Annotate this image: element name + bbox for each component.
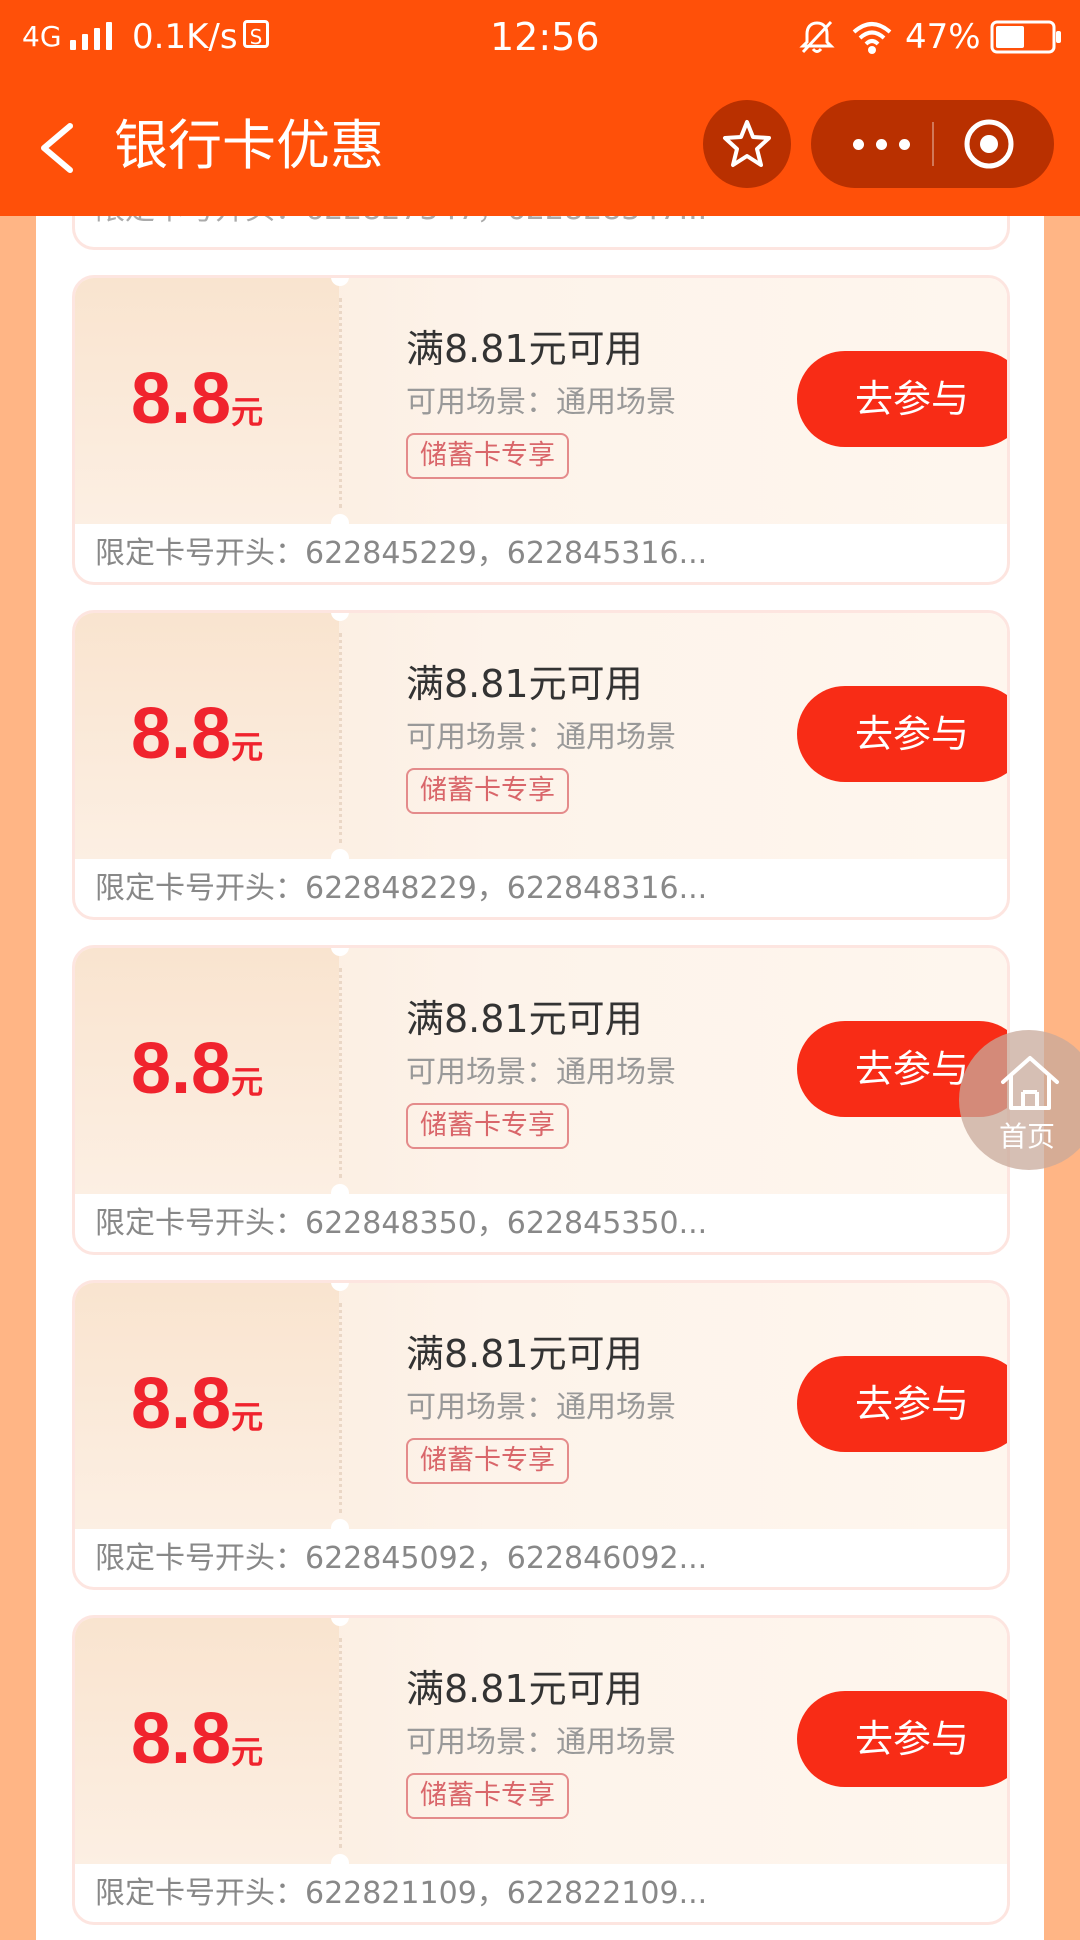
coupon-amount: 8.8元	[131, 1699, 264, 1779]
clock: 12:56	[490, 15, 600, 59]
coupon-card: 8.8元 满8.81元可用 可用场景：通用场景 储蓄卡专享 去参与 限定卡号开头…	[72, 1615, 1010, 1925]
coupon-card: 8.8元 满8.81元可用 可用场景：通用场景 储蓄卡专享 去参与 限定卡号开头…	[72, 945, 1010, 1255]
debit-card-tag: 储蓄卡专享	[406, 768, 569, 814]
battery-icon	[990, 20, 1061, 54]
join-button[interactable]: 去参与	[797, 686, 1007, 782]
close-mini-program-button[interactable]	[961, 116, 1017, 172]
signal-icon	[70, 20, 112, 50]
wifi-icon	[850, 18, 894, 66]
battery-percent: 47%	[905, 17, 981, 57]
card-prefix-text: 限定卡号开头：622848229，622848316...	[95, 871, 708, 906]
title-bar: 银行卡优惠	[0, 76, 1080, 216]
coupon-amount: 8.8元	[131, 359, 264, 439]
network-type: 4G	[22, 20, 62, 53]
coupon-amount: 8.8元	[131, 1364, 264, 1444]
join-button[interactable]: 去参与	[797, 351, 1007, 447]
coupon-list-panel: 限定卡号开头：622827347，622828347... 8.8元 满8.81…	[36, 150, 1044, 1940]
coupon-condition: 满8.81元可用	[406, 1667, 643, 1711]
app-header: 4G 0.1K/s S 12:56 47% 银行卡优惠	[0, 0, 1080, 216]
more-button[interactable]	[831, 100, 931, 188]
join-button[interactable]: 去参与	[797, 1691, 1007, 1787]
star-icon	[723, 120, 771, 167]
back-button[interactable]	[30, 106, 90, 186]
coupon-amount: 8.8元	[131, 1029, 264, 1109]
target-circle-icon	[964, 119, 1014, 169]
mini-program-capsule	[811, 100, 1054, 188]
home-label: 首页	[999, 1120, 1056, 1153]
more-dots-icon	[852, 138, 864, 150]
card-prefix-text: 限定卡号开头：622845092，622846092...	[95, 1541, 708, 1576]
join-button[interactable]: 去参与	[797, 1356, 1007, 1452]
coupon-scene: 可用场景：通用场景	[406, 720, 676, 755]
mute-bell-icon	[798, 18, 836, 66]
page-title: 银行卡优惠	[114, 114, 384, 177]
coupon-card: 8.8元 满8.81元可用 可用场景：通用场景 储蓄卡专享 去参与 限定卡号开头…	[72, 275, 1010, 585]
coupon-card: 8.8元 满8.81元可用 可用场景：通用场景 储蓄卡专享 去参与 限定卡号开头…	[72, 1280, 1010, 1590]
capsule-divider	[932, 122, 934, 166]
favorite-button[interactable]	[703, 100, 791, 188]
coupon-condition: 满8.81元可用	[406, 662, 643, 706]
card-prefix-text: 限定卡号开头：622848350，622845350...	[95, 1206, 708, 1241]
debit-card-tag: 储蓄卡专享	[406, 1438, 569, 1484]
coupon-scene: 可用场景：通用场景	[406, 1725, 676, 1760]
home-icon	[1001, 1056, 1059, 1110]
network-speed: 0.1K/s	[132, 17, 238, 57]
debit-card-tag: 储蓄卡专享	[406, 1103, 569, 1149]
coupon-condition: 满8.81元可用	[406, 1332, 643, 1376]
chevron-left-icon	[41, 123, 73, 173]
coupon-condition: 满8.81元可用	[406, 327, 643, 371]
debit-card-tag: 储蓄卡专享	[406, 1773, 569, 1819]
debit-card-tag: 储蓄卡专享	[406, 433, 569, 479]
card-prefix-text: 限定卡号开头：622821109，622822109...	[95, 1876, 708, 1911]
coupon-condition: 满8.81元可用	[406, 997, 643, 1041]
status-bar: 4G 0.1K/s S 12:56 47%	[0, 0, 1080, 76]
coupon-card: 8.8元 满8.81元可用 可用场景：通用场景 储蓄卡专享 去参与 限定卡号开头…	[72, 610, 1010, 920]
coupon-scene: 可用场景：通用场景	[406, 1055, 676, 1090]
coupon-scene: 可用场景：通用场景	[406, 1390, 676, 1425]
card-prefix-text: 限定卡号开头：622845229，622845316...	[95, 536, 708, 571]
coupon-amount: 8.8元	[131, 694, 264, 774]
s-badge-icon: S	[243, 20, 269, 49]
coupon-scene: 可用场景：通用场景	[406, 385, 676, 420]
